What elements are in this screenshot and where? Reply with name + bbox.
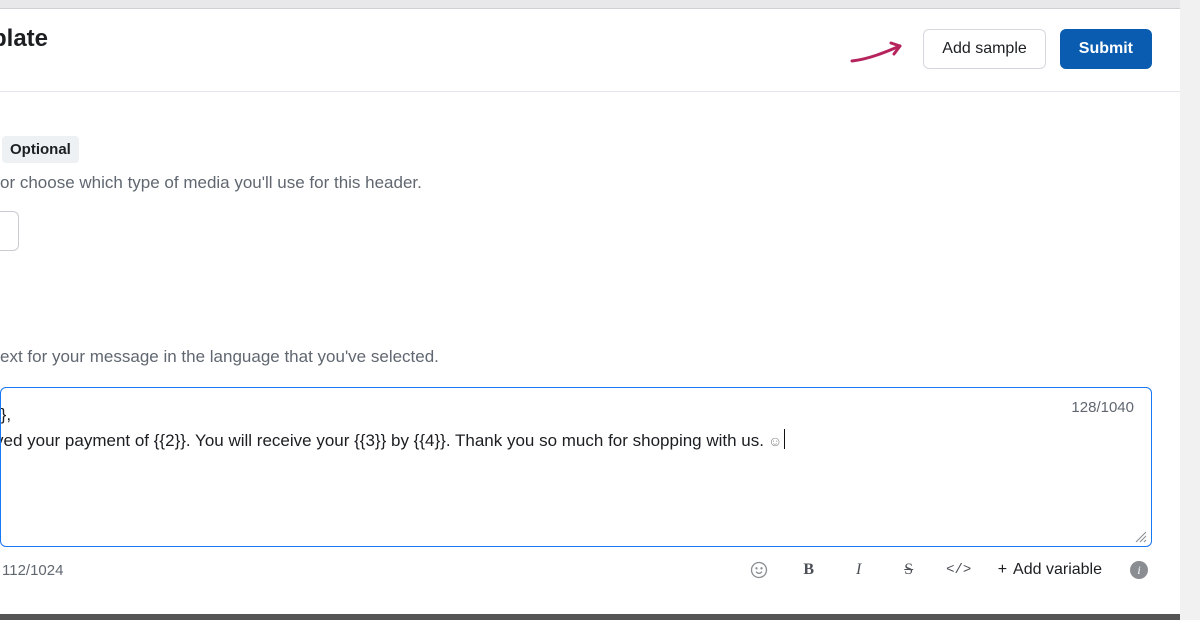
body-textarea[interactable]: }}, ved your payment of {{2}}. You will … (0, 387, 1152, 547)
viewport: plate Add sample Submit Optional or choo… (0, 0, 1200, 620)
page-title: plate (0, 25, 48, 53)
header-bar: plate Add sample Submit (0, 9, 1180, 92)
horizontal-scrollbar[interactable] (0, 614, 1180, 620)
monospace-button[interactable]: </> (948, 559, 970, 581)
header-type-select[interactable] (0, 211, 19, 251)
resize-handle-icon[interactable] (1135, 530, 1147, 542)
submit-button[interactable]: Submit (1060, 29, 1152, 69)
strikethrough-button[interactable]: S (898, 559, 920, 581)
emoji-icon[interactable] (748, 559, 770, 581)
panel: plate Add sample Submit Optional or choo… (0, 8, 1180, 620)
annotation-arrow-icon (850, 37, 910, 67)
inner-char-counter: 112/1024 (0, 562, 63, 579)
vertical-scrollbar[interactable] (1180, 0, 1200, 620)
italic-button[interactable]: I (848, 559, 870, 581)
textarea-content: }}, ved your payment of {{2}}. You will … (1, 388, 1151, 546)
text-caret-icon (784, 429, 785, 449)
smiley-icon: ☺ (768, 433, 782, 449)
outer-char-counter: 128/1040 (1071, 399, 1134, 416)
info-icon[interactable]: i (1130, 561, 1148, 579)
header-optional-badge: Optional (2, 136, 79, 163)
plus-icon: + (998, 561, 1007, 579)
body-hint: ext for your message in the language tha… (0, 347, 1152, 367)
body-toolbar: 112/1024 B I S </> + Add variable i (0, 559, 1152, 581)
header-hint: or choose which type of media you'll use… (0, 173, 1152, 193)
add-sample-button[interactable]: Add sample (923, 29, 1046, 69)
body-textarea-wrap: }}, ved your payment of {{2}}. You will … (0, 387, 1152, 547)
bold-button[interactable]: B (798, 559, 820, 581)
add-variable-button[interactable]: + Add variable (998, 561, 1102, 579)
form-body: Optional or choose which type of media y… (0, 92, 1180, 620)
